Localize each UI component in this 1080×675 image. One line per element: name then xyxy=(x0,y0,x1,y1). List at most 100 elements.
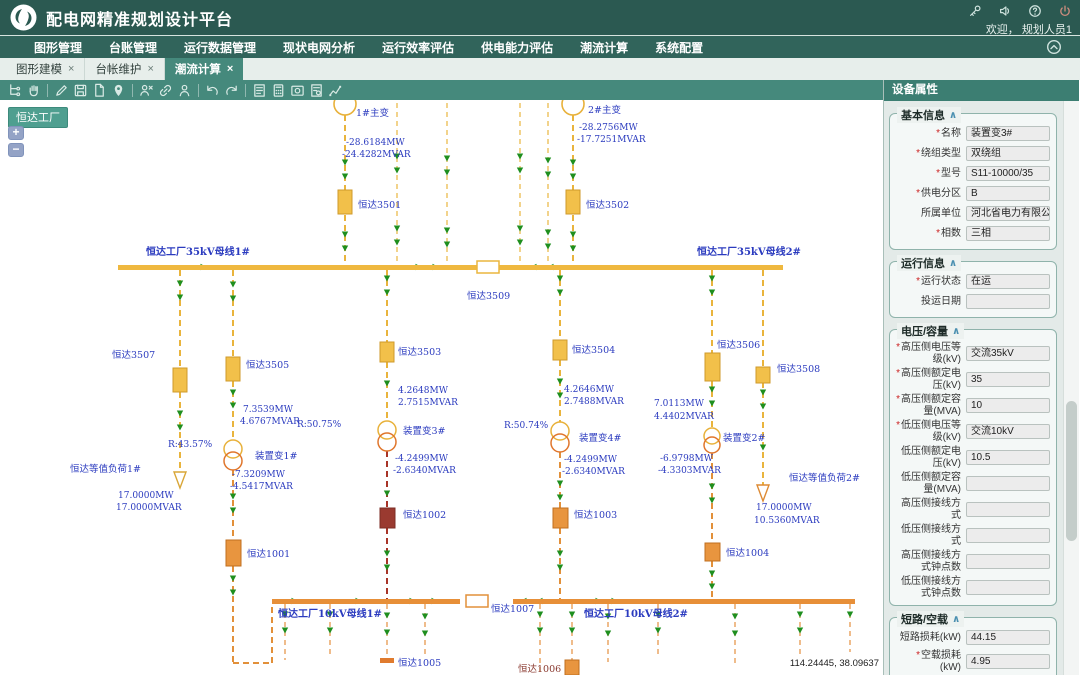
link-icon[interactable] xyxy=(156,81,175,99)
report-export-icon[interactable] xyxy=(250,81,269,99)
field-input[interactable]: 44.15 xyxy=(966,630,1050,645)
field-input[interactable] xyxy=(966,580,1050,595)
menu-item-efficiency-eval[interactable]: 运行效率评估 xyxy=(382,39,454,56)
undo-icon[interactable] xyxy=(203,81,222,99)
bus-10kv-1[interactable] xyxy=(272,599,460,604)
field-input[interactable] xyxy=(966,528,1050,543)
menu-item-supply-capability[interactable]: 供电能力评估 xyxy=(481,39,553,56)
breaker-3505[interactable] xyxy=(226,357,240,381)
terminal-1005[interactable] xyxy=(380,658,394,663)
diagram-canvas[interactable]: 恒达工厂 + − 114.24445, 38.09637 xyxy=(0,100,883,675)
tab-close-icon[interactable]: × xyxy=(227,63,233,75)
menu-item-graphics[interactable]: 图形管理 xyxy=(34,39,82,56)
collapse-caret-icon[interactable]: ∧ xyxy=(949,258,957,269)
field-input[interactable]: 河北省电力有限公司 xyxy=(966,206,1050,221)
key-icon[interactable] xyxy=(968,4,982,18)
document-icon[interactable] xyxy=(90,81,109,99)
breaker-1002-open[interactable] xyxy=(380,508,395,528)
label-bus10-1: 恒达工厂10kV母线1# xyxy=(278,607,382,620)
redo-icon[interactable] xyxy=(222,81,241,99)
breaker-1001[interactable] xyxy=(226,540,241,566)
panel-scrollbar[interactable] xyxy=(1063,101,1079,675)
scrollbar-thumb[interactable] xyxy=(1066,401,1077,541)
field-input[interactable]: 交流35kV xyxy=(966,346,1050,361)
load-2-arrow[interactable] xyxy=(757,485,769,501)
menu-item-ledger[interactable]: 台账管理 xyxy=(109,39,157,56)
flow-arrow-icon xyxy=(709,498,715,504)
breaker-3502[interactable] xyxy=(566,190,580,214)
tie-breaker-3509[interactable] xyxy=(477,261,499,273)
collapse-menu-icon[interactable] xyxy=(1046,39,1062,60)
field-input[interactable]: B xyxy=(966,186,1050,201)
user-remove-icon[interactable] xyxy=(137,81,156,99)
menu-item-grid-analysis[interactable]: 现状电网分析 xyxy=(283,39,355,56)
collapse-caret-icon[interactable]: ∧ xyxy=(952,326,960,337)
field-input[interactable]: 三相 xyxy=(966,226,1050,241)
tab-close-icon[interactable]: × xyxy=(68,63,74,75)
calculator-icon[interactable] xyxy=(269,81,288,99)
field-input[interactable]: 在运 xyxy=(966,274,1050,289)
tab-power-flow[interactable]: 潮流计算 × xyxy=(165,58,243,80)
field-input[interactable] xyxy=(966,294,1050,309)
field-lv-clock-number: *低压侧接线方式钟点数 xyxy=(896,576,1050,599)
breaker-3504[interactable] xyxy=(553,340,567,360)
edit-pencil-icon[interactable] xyxy=(52,81,71,99)
main-transformer-2-symbol[interactable] xyxy=(562,100,584,115)
bus-35kv-2[interactable] xyxy=(493,265,783,270)
main-transformer-1-symbol[interactable] xyxy=(334,100,356,115)
flow-arrow-icon xyxy=(342,232,348,238)
menu-item-system-config[interactable]: 系统配置 xyxy=(655,39,703,56)
field-input[interactable]: 交流10kV xyxy=(966,424,1050,439)
field-input[interactable]: 10 xyxy=(966,398,1050,413)
save-icon[interactable] xyxy=(71,81,90,99)
hierarchy-tree-icon[interactable] xyxy=(5,81,24,99)
breaker-3507[interactable] xyxy=(173,368,187,392)
field-input[interactable]: 10.5 xyxy=(966,450,1050,465)
menu-item-power-flow[interactable]: 潮流计算 xyxy=(580,39,628,56)
field-input[interactable]: 35 xyxy=(966,372,1050,387)
user-icon[interactable] xyxy=(175,81,194,99)
tab-graphic-modeling[interactable]: 图形建模 × xyxy=(6,58,85,80)
field-input[interactable]: 4.95 xyxy=(966,654,1050,669)
power-icon[interactable] xyxy=(1058,4,1072,18)
document-settings-icon[interactable] xyxy=(307,81,326,99)
breaker-1003[interactable] xyxy=(553,508,568,528)
dist-transformer-1-symbol[interactable] xyxy=(224,440,242,470)
field-input[interactable] xyxy=(966,476,1050,491)
help-icon[interactable] xyxy=(1028,4,1042,18)
field-input[interactable] xyxy=(966,502,1050,517)
field-input[interactable]: 双绕组 xyxy=(966,146,1050,161)
bus-10kv-2[interactable] xyxy=(513,599,855,604)
breaker-1006-symbol[interactable] xyxy=(565,660,579,675)
dist-transformer-2-symbol[interactable] xyxy=(704,428,720,453)
collapse-caret-icon[interactable]: ∧ xyxy=(949,110,957,121)
zoom-in-button[interactable]: + xyxy=(8,126,24,140)
field-input[interactable] xyxy=(966,554,1050,569)
tab-close-icon[interactable]: × xyxy=(147,63,153,75)
breaker-3506[interactable] xyxy=(705,353,720,381)
field-label: 空载损耗(kW) xyxy=(921,650,961,673)
breaker-1004[interactable] xyxy=(705,543,720,561)
breaker-3503[interactable] xyxy=(380,342,394,362)
breaker-3501[interactable] xyxy=(338,190,352,214)
dist-transformer-4-symbol[interactable] xyxy=(551,422,569,452)
zoom-out-button[interactable]: − xyxy=(8,143,24,157)
field-input[interactable]: S11-10000/35 xyxy=(966,166,1050,181)
tie-breaker-1007[interactable] xyxy=(466,595,488,607)
field-input[interactable]: 装置变3# xyxy=(966,126,1050,141)
load-1-arrow[interactable] xyxy=(174,472,186,488)
menu-item-operation-data[interactable]: 运行数据管理 xyxy=(184,39,256,56)
pan-hand-icon[interactable] xyxy=(24,81,43,99)
bus-35kv-1[interactable] xyxy=(118,265,487,270)
volume-icon[interactable] xyxy=(998,4,1012,18)
field-label: 高压侧接线方式 xyxy=(901,498,961,521)
collapse-caret-icon[interactable]: ∧ xyxy=(952,614,960,625)
value-dtx4-pin: 4.2646MW xyxy=(564,385,615,395)
curve-chart-icon[interactable] xyxy=(326,81,345,99)
welcome-text: 欢迎， 规划人员1 xyxy=(986,21,1072,37)
screenshot-icon[interactable] xyxy=(288,81,307,99)
breaker-3508[interactable] xyxy=(756,367,770,383)
dist-transformer-3-symbol[interactable] xyxy=(378,421,396,451)
tab-ledger-maintenance[interactable]: 台帐维护 × xyxy=(85,58,164,80)
location-pin-icon[interactable] xyxy=(109,81,128,99)
